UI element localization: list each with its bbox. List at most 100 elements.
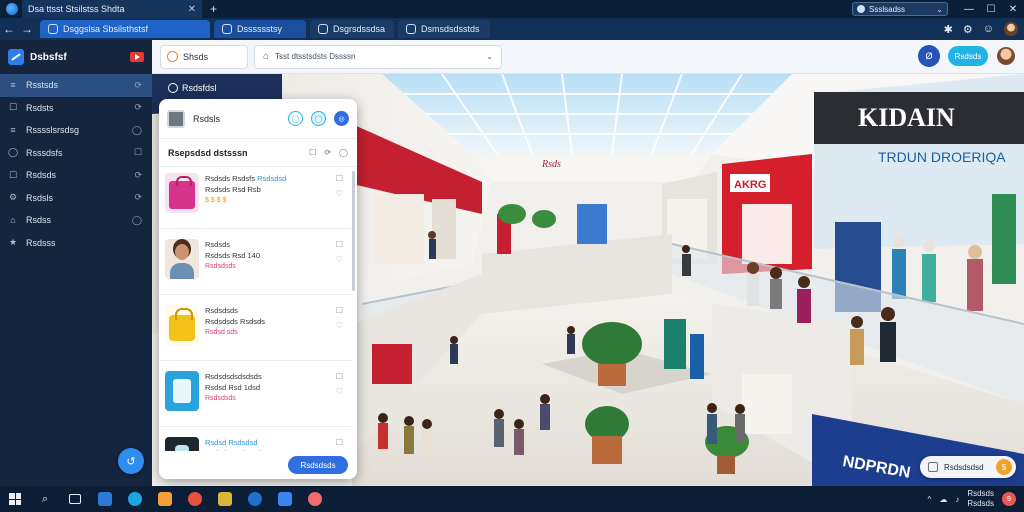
sidebar-item[interactable]: ⚙ Rsdsls ⟳ — [0, 187, 152, 210]
bookmark-icon[interactable]: ☐ — [336, 438, 343, 447]
app-icon — [98, 492, 112, 506]
product-name: Rsdsd Rsdsdsd — [205, 438, 258, 447]
like-icon[interactable]: ♡ — [336, 321, 343, 330]
action-pill-button[interactable]: Rsdsds — [948, 46, 988, 66]
project-selector[interactable]: Shsds — [160, 44, 248, 69]
video-icon[interactable] — [130, 52, 144, 62]
sidebar-item-action-icon[interactable]: ☐ — [134, 147, 142, 158]
app-icon — [218, 492, 232, 506]
nav-tab-1[interactable]: Dsggslsa Sbsilsthstsf — [40, 20, 210, 38]
sidebar-item[interactable]: ★ Rsdsss — [0, 232, 152, 255]
chevron-down-icon: ⌄ — [936, 4, 943, 14]
bookmark-icon[interactable]: ☐ — [336, 174, 343, 183]
taskbar-app-button[interactable] — [90, 486, 120, 512]
sidebar-item[interactable]: ☐ Rsdsds ⟳ — [0, 164, 152, 187]
taskbar-app-button[interactable] — [180, 486, 210, 512]
product-list-item[interactable]: Rsdsdsds Rsdsdsds Rsdsds Rsdsd sds ☐ ♡ — [159, 299, 351, 361]
sidebar-item-action-icon[interactable]: ◯ — [132, 125, 142, 136]
sidebar-item[interactable]: ☐ Rsdsts ⟳ — [0, 97, 152, 120]
network-icon[interactable]: ☁ — [939, 495, 947, 504]
extension-icon[interactable]: ✱ — [944, 23, 953, 36]
taskbar-app-button[interactable] — [300, 486, 330, 512]
maximize-button[interactable]: ☐ — [980, 4, 1002, 15]
profile-selector[interactable]: Ssslsadss ⌄ — [852, 2, 948, 16]
sidebar-item[interactable]: ⌂ Rsdss ◯ — [0, 209, 152, 232]
volume-icon[interactable]: ♪ — [955, 495, 959, 504]
sidebar-item[interactable]: ≡ Rsssslsrsdsg ◯ — [0, 119, 152, 142]
bookmark-icon[interactable]: ☐ — [336, 306, 343, 315]
refresh-fab-button[interactable]: ↺ — [118, 448, 144, 474]
like-icon[interactable]: ♡ — [336, 189, 343, 198]
panel-option-button[interactable]: ◯ — [288, 111, 303, 126]
refresh-icon[interactable]: ⟳ — [324, 148, 331, 157]
settings-icon[interactable]: ⚙ — [963, 23, 973, 36]
product-info: Rsdsds Rsdsds Rsd 140 Rsdsdsds — [205, 239, 330, 272]
grid-view-icon[interactable]: ☐ — [309, 148, 316, 157]
product-thumbnail — [165, 239, 199, 279]
clock[interactable]: Rsdsds Rsdsds — [967, 489, 994, 509]
more-icon[interactable]: ◯ — [339, 148, 348, 157]
store-chip[interactable]: Rsdsdsdsd $ — [920, 456, 1016, 478]
tray-chevron-icon[interactable]: ^ — [928, 495, 932, 504]
store-mid-sign: AKRG — [734, 179, 766, 191]
nav-tab-2[interactable]: Dsssssstsy — [214, 20, 306, 38]
close-window-button[interactable]: ✕ — [1002, 4, 1024, 15]
product-info: Rsdsdsdsdsdsds Rsdsd Rsd 1dsd Rsdsdsds — [205, 371, 330, 404]
product-meta: Rsdsd sds — [205, 329, 238, 336]
panel-share-button[interactable]: ◎ — [334, 111, 349, 126]
browser-tab[interactable]: Dsa ttsst Stsilstss Shdta ✕ — [22, 0, 202, 18]
account-button[interactable]: Ø — [918, 45, 940, 67]
minimize-button[interactable]: — — [958, 4, 980, 15]
sidebar-item-action-icon[interactable]: ◯ — [132, 215, 142, 226]
panel-option-button[interactable]: ◯ — [311, 111, 326, 126]
panel-scrollbar[interactable] — [352, 171, 355, 291]
panel-subtitle: Rsepsdsd dstsssn — [168, 147, 248, 158]
product-list[interactable]: Rsdsds Rsdsfs Rsdsdsd Rsdsds Rsd Rsb $ $ $… — [159, 167, 353, 451]
nav-tab-3[interactable]: Dsgrsdssdsa — [310, 20, 394, 38]
search-button[interactable]: ⌕ — [30, 486, 60, 512]
product-detail: Rsdsds Rsd Rsds — [205, 448, 330, 451]
location-search[interactable]: ⌂ Tsst dtsstsdsts Dssssn ⌄ — [254, 44, 502, 69]
taskbar-app-button[interactable] — [120, 486, 150, 512]
new-tab-button[interactable]: + — [210, 2, 217, 16]
sidebar-item[interactable]: ≡ Rsstsds ⟳ — [0, 74, 152, 97]
like-icon[interactable]: ♡ — [336, 387, 343, 396]
product-list-item[interactable]: Rsdsdsdsdsdsds Rsdsd Rsd 1dsd Rsdsdsds ☐ ♡ — [159, 365, 351, 427]
sidebar-item[interactable]: ◯ Rsssdsfs ☐ — [0, 142, 152, 165]
task-view-button[interactable] — [60, 486, 90, 512]
sidebar-item-action-icon[interactable]: ⟳ — [134, 170, 142, 181]
back-button[interactable]: ← — [0, 22, 18, 36]
like-icon[interactable]: ♡ — [336, 255, 343, 264]
product-detail: Rsdsdsds Rsdsds — [205, 317, 266, 326]
product-list-item[interactable]: Rsdsd RsdsdsdRsdsds Rsd Rsds$ $ $ $ ☐♡ — [159, 431, 351, 451]
close-tab-icon[interactable]: ✕ — [188, 4, 196, 15]
product-list-item[interactable]: Rsdsds Rsdsfs Rsdsdsd Rsdsds Rsd Rsb $ $ $… — [159, 167, 351, 229]
taskbar-app-button[interactable] — [240, 486, 270, 512]
bookmark-icon[interactable]: ☐ — [336, 372, 343, 381]
bookmark-icon[interactable]: ☐ — [336, 240, 343, 249]
user-avatar[interactable] — [996, 46, 1016, 66]
sidebar-item-action-icon[interactable]: ⟳ — [134, 80, 142, 91]
taskbar-app-button[interactable] — [270, 486, 300, 512]
emoji-icon[interactable]: ☺ — [983, 23, 994, 35]
nav-tab-4[interactable]: Dsmsdsdsstds — [398, 20, 490, 38]
app-top-bar: Shsds ⌂ Tsst dtsstsdsts Dssssn ⌄ Ø Rsdsd… — [152, 40, 1024, 74]
product-actions: ☐♡ — [336, 437, 343, 451]
forward-button[interactable]: → — [18, 22, 36, 36]
user-avatar[interactable] — [1004, 22, 1018, 36]
product-detail: Rsdsd Rsd 1dsd — [205, 383, 261, 392]
taskbar-app-button[interactable] — [210, 486, 240, 512]
product-info: Rsdsd RsdsdsdRsdsds Rsd Rsds$ $ $ $ — [205, 437, 330, 451]
panel-header: Rsdsls ◯ ◯ ◎ — [159, 99, 357, 139]
scene-left-badge[interactable]: Rsdsfdsl — [160, 78, 225, 98]
clock-date: Rsdsds — [967, 499, 994, 508]
start-button[interactable] — [0, 486, 30, 512]
product-list-item[interactable]: Rsdsds Rsdsds Rsd 140 Rsdsdsds ☐ ♡ — [159, 233, 351, 295]
taskbar-app-button[interactable] — [150, 486, 180, 512]
sidebar-item-action-icon[interactable]: ⟳ — [134, 192, 142, 203]
notification-badge[interactable]: 9 — [1002, 492, 1016, 506]
sidebar-item-action-icon[interactable]: ⟳ — [134, 102, 142, 113]
sidebar-item-icon: ⌂ — [10, 215, 16, 226]
windows-logo-icon — [9, 493, 21, 505]
panel-primary-button[interactable]: Rsdsdsds — [288, 456, 348, 474]
